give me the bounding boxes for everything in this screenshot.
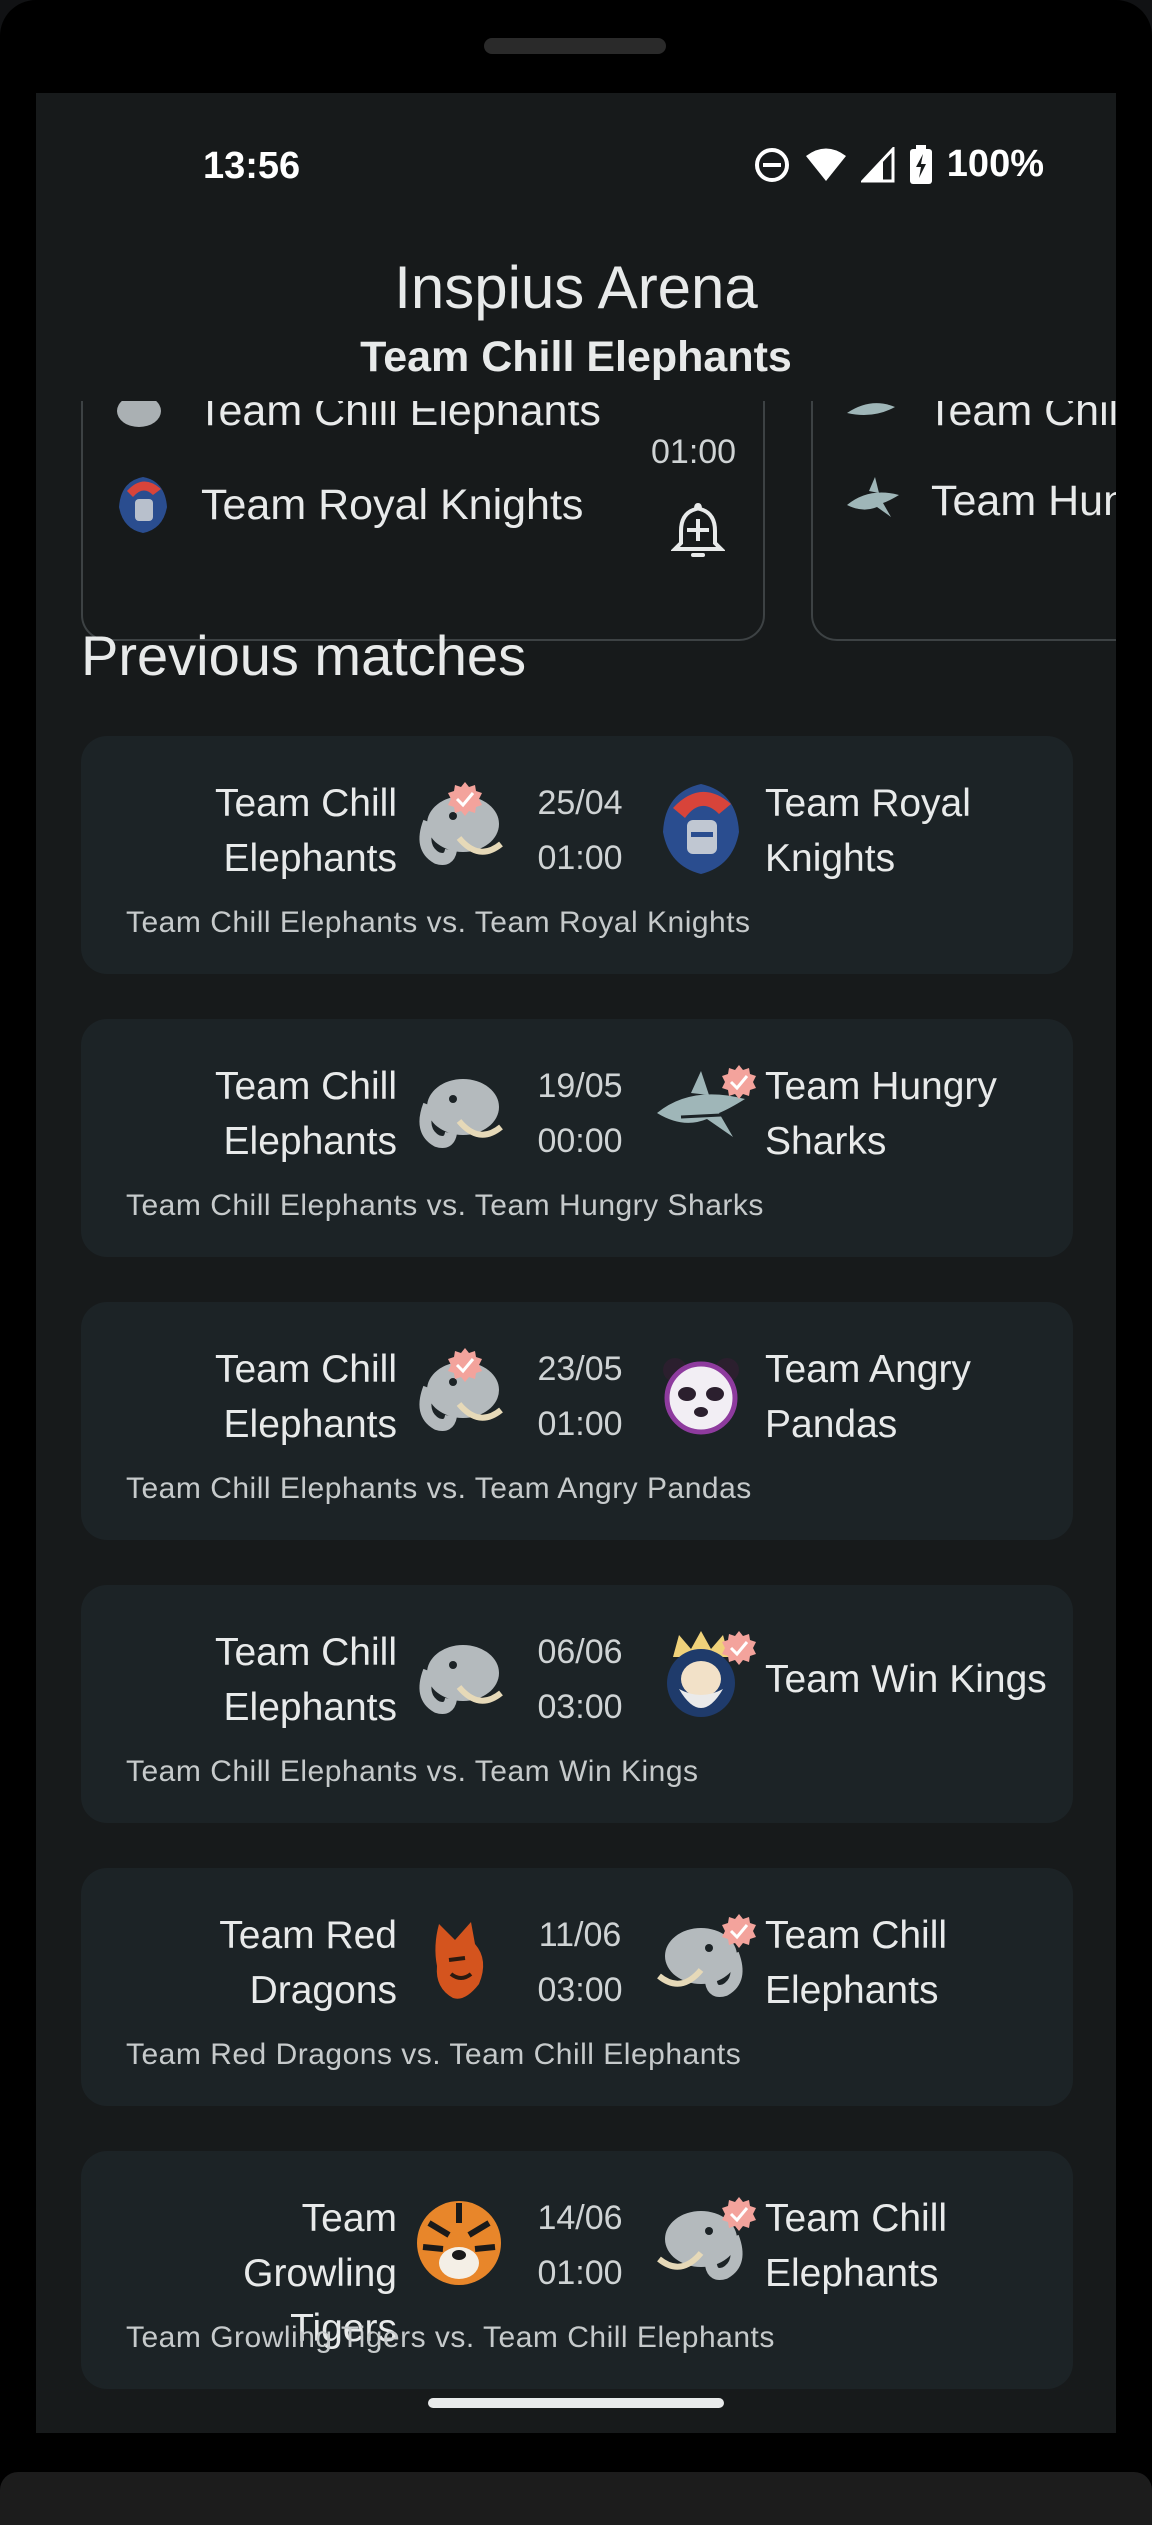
winner-badge-icon [448, 782, 482, 816]
match-card[interactable]: Team Chill Elephants 25/04 01:00 Team Roya… [81, 736, 1073, 974]
knight-logo-icon [119, 477, 167, 533]
upcoming-home-team: Team Chill Elephants [113, 401, 601, 439]
battery-charging-icon [909, 144, 932, 184]
do-not-disturb-icon [754, 147, 789, 182]
away-team-name: Team Angry Pandas [765, 1348, 971, 1446]
page-title: Inspius Arena [394, 254, 758, 321]
dragon-logo-icon [435, 1922, 484, 1999]
upcoming-away-team: Team Hungry Sharks [843, 473, 1116, 529]
match-description: Team Chill Elephants vs. Team Win Kings [126, 1755, 699, 1788]
knight-logo-icon [663, 784, 739, 874]
upcoming-matches-carousel[interactable]: Team Chill Elephants Team Royal Knights … [36, 401, 1116, 651]
upcoming-match-time: 01:00 [651, 433, 737, 471]
match-card[interactable]: Team Red Dragons 11/06 03:00 Team Chill Ele… [81, 1868, 1073, 2106]
elephant-logo-icon [117, 401, 161, 427]
gesture-home-indicator[interactable] [428, 2398, 724, 2408]
upcoming-away-team-name: Team Royal Knights [201, 480, 584, 529]
match-description: Team Growling Tigers vs. Team Chill Elep… [126, 2321, 775, 2354]
winner-badge-icon [722, 1631, 756, 1665]
elephant-logo-icon [419, 1645, 503, 1714]
match-date: 23/05 01:00 [537, 1350, 623, 1443]
away-team-name: Team Win Kings [765, 1658, 1047, 1701]
status-time: 13:56 [203, 145, 301, 187]
battery-percentage: 100% [946, 143, 1044, 185]
home-team-name: Team Chill Elephants [214, 1065, 397, 1163]
page-subtitle: Team Chill Elephants [360, 333, 792, 381]
wifi-icon [805, 148, 846, 181]
previous-matches-heading: Previous matches [81, 624, 527, 687]
winner-badge-icon [722, 2197, 756, 2231]
status-icons: 100% [753, 143, 1044, 186]
upcoming-home-team: Team Chill Elephants [843, 401, 1116, 439]
winner-badge-icon [448, 1348, 482, 1382]
upcoming-away-team-name: Team Hungry Sharks [931, 476, 1116, 525]
winner-badge-icon [722, 1065, 756, 1099]
winner-badge-icon [722, 1914, 756, 1948]
match-date: 11/06 03:00 [537, 1916, 623, 2009]
upcoming-match-card[interactable]: Team Chill Elephants Team Hungry Sharks [811, 401, 1116, 641]
status-bar: 13:56 100% [36, 93, 1116, 233]
away-team-name: Team Royal Knights [765, 782, 971, 880]
add-alarm-bell-icon[interactable] [671, 501, 725, 561]
match-card[interactable]: Team Chill Elephants 06/06 03:00 Team Win … [81, 1585, 1073, 1823]
elephant-logo-icon [419, 1079, 503, 1148]
match-card[interactable]: Team Chill Elephants 19/05 00:00 Team Hung… [81, 1019, 1073, 1257]
match-date: 14/06 01:00 [537, 2199, 623, 2292]
shark-logo-icon [847, 477, 899, 517]
match-description: Team Red Dragons vs. Team Chill Elephant… [126, 2038, 742, 2071]
match-description: Team Chill Elephants vs. Team Hungry Sha… [126, 1189, 764, 1222]
signal-icon [860, 146, 895, 182]
device-bottom-bezel [0, 2472, 1152, 2525]
shark-logo-icon [847, 403, 895, 415]
app-screen: 13:56 100% Inspius Arena Team Chill Elep… [36, 93, 1116, 2433]
upcoming-home-team-name: Team Chill Elephants [927, 401, 1116, 435]
match-card[interactable]: Team ChillElephants 23/0501:00 Team An [81, 1302, 1073, 1540]
home-team-name: Team Chill Elephants [214, 1631, 397, 1729]
match-description: Team Chill Elephants vs. Team Angry Pand… [126, 1472, 752, 1505]
match-date: 25/04 01:00 [537, 784, 623, 877]
match-description: Team Chill Elephants vs. Team Royal Knig… [126, 906, 751, 939]
away-team-name: Team Hungry Sharks [765, 1065, 997, 1163]
upcoming-home-team-name: Team Chill Elephants [197, 401, 601, 435]
upcoming-away-team: Team Royal Knights [113, 473, 583, 537]
earpiece-speaker [484, 38, 666, 54]
away-team-name: Team Chill Elephants [765, 1914, 948, 2012]
match-date: 06/06 03:00 [537, 1633, 623, 1726]
match-date: 19/05 00:00 [537, 1067, 623, 1160]
match-card[interactable]: Team Growling Tigers 14/06 01:00 Team Chil… [81, 2151, 1073, 2389]
device-frame: 13:56 100% Inspius Arena Team Chill Elep… [0, 0, 1152, 2525]
upcoming-match-card[interactable]: Team Chill Elephants Team Royal Knights … [81, 401, 765, 641]
home-team-name: Team Red Dragons [219, 1914, 397, 2012]
home-team-name: Team Chill Elephants [214, 782, 397, 880]
home-team-name: Team Chill Elephants [214, 1348, 397, 1446]
away-team-name: Team Chill Elephants [765, 2197, 948, 2295]
tiger-logo-icon [417, 2201, 501, 2285]
panda-logo-icon [663, 1358, 739, 1435]
